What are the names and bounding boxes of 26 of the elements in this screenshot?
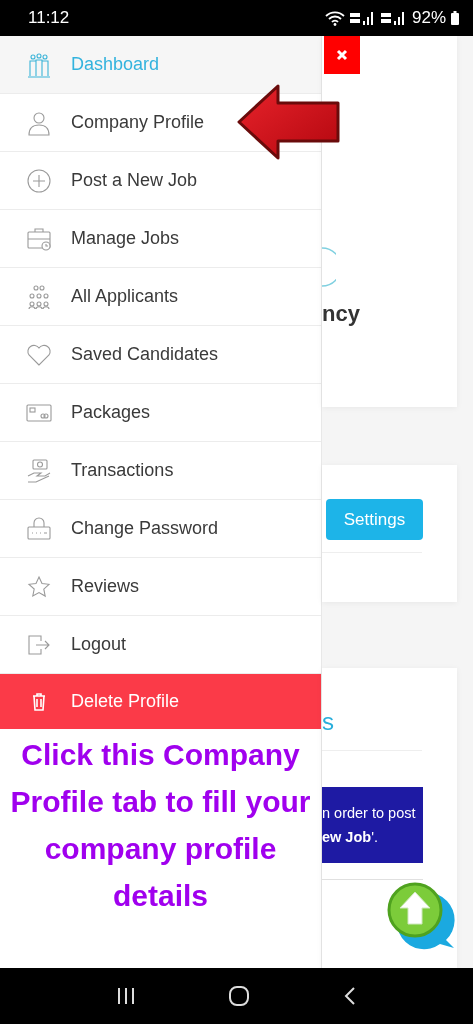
clock: 11:12 <box>28 8 70 28</box>
briefcase-clock-icon <box>26 225 52 252</box>
battery-level: 92% <box>411 8 446 28</box>
close-icon <box>336 49 348 61</box>
scroll-up-icon[interactable] <box>386 880 458 952</box>
card-heading: s <box>322 708 334 736</box>
signal-icon <box>349 11 376 25</box>
group-icon <box>26 283 52 310</box>
close-button[interactable] <box>324 36 360 74</box>
padlock-icon <box>26 515 52 542</box>
home-icon[interactable] <box>228 985 251 1007</box>
menu-item[interactable]: Delete Profile <box>0 674 321 729</box>
wifi-icon <box>324 10 345 26</box>
recents-icon[interactable] <box>116 987 137 1005</box>
people-icon <box>26 51 52 78</box>
notice-text: n order to post <box>322 805 417 821</box>
notice-text: ew Job'. <box>322 829 379 845</box>
avatar-ring <box>322 247 336 287</box>
back-icon[interactable] <box>342 986 357 1006</box>
plus-circle-icon <box>26 167 52 194</box>
annotation-text: Click this Company Profile tab to fill your company profile details <box>9 737 312 914</box>
battery-icon <box>451 11 459 25</box>
signal-icon <box>380 11 407 25</box>
cash-hand-icon <box>26 457 52 484</box>
company-name: ncy <box>322 301 360 327</box>
user-icon <box>26 109 52 136</box>
